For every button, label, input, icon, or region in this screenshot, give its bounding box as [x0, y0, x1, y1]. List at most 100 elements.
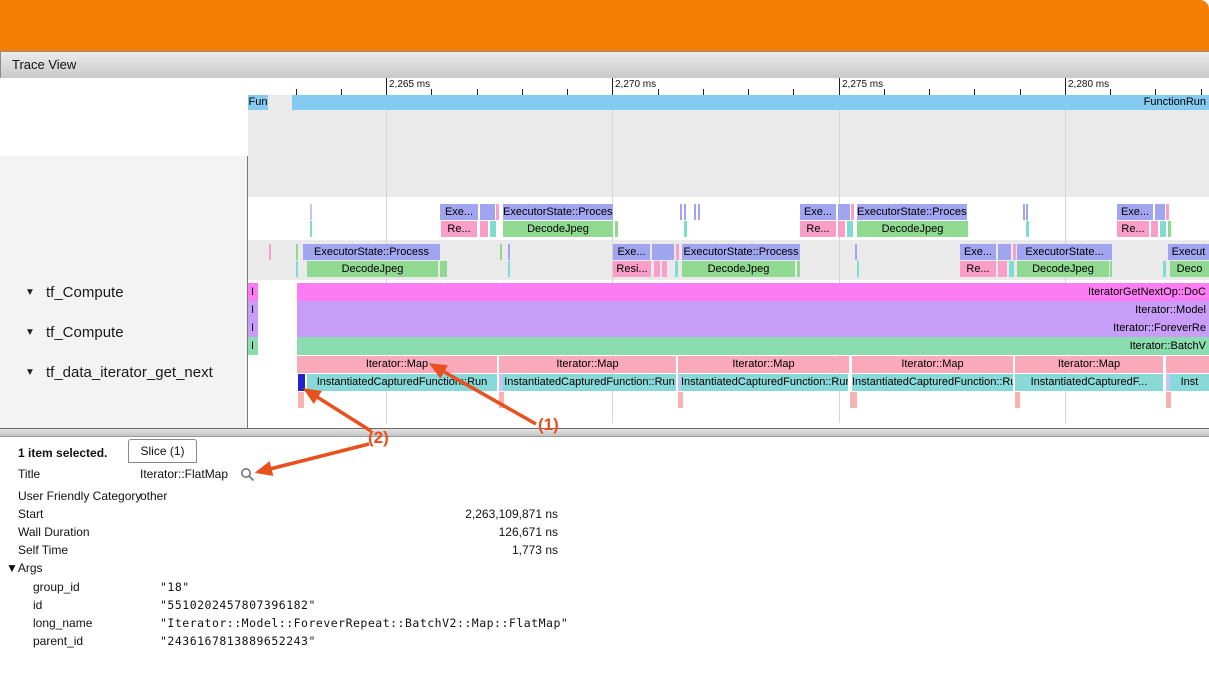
timeline-ruler[interactable]: 2,265 ms2,270 ms2,275 ms2,280 ms: [248, 78, 1209, 95]
timeline-slice[interactable]: [855, 244, 857, 260]
timeline-slice[interactable]: [508, 261, 510, 277]
timeline-slice[interactable]: FunctionRun: [292, 95, 1209, 110]
timeline-slice[interactable]: ExecutorState::Process: [503, 204, 613, 220]
search-icon[interactable]: [240, 467, 255, 482]
timeline-slice[interactable]: Iterator::Map: [678, 356, 849, 373]
sidebar-track-tf_Compute[interactable]: ▼tf_Compute: [0, 284, 247, 302]
timeline-slice[interactable]: DecodeJpeg: [857, 221, 968, 237]
timeline-slice[interactable]: Re...: [1117, 221, 1149, 237]
timeline-slice[interactable]: [480, 221, 488, 237]
timeline-slice[interactable]: I: [247, 301, 258, 319]
timeline-slice[interactable]: [1026, 221, 1029, 237]
timeline-slice[interactable]: [694, 204, 696, 220]
timeline-slice[interactable]: DecodeJpeg: [503, 221, 613, 237]
timeline-slice[interactable]: [310, 221, 312, 237]
timeline-slice[interactable]: [1151, 221, 1158, 237]
timeline-slice[interactable]: [998, 244, 1011, 260]
args-expander[interactable]: ▼Args: [6, 561, 43, 575]
timeline-slice[interactable]: InstantiatedCapturedFunction::Run: [503, 374, 676, 391]
timeline-slice[interactable]: [296, 244, 298, 260]
timeline-slice[interactable]: [499, 392, 504, 408]
timeline-slice[interactable]: Iterator::Map: [852, 356, 1013, 373]
timeline-slice[interactable]: Re...: [960, 261, 996, 277]
selected-slice[interactable]: [298, 374, 305, 391]
timeline-slice[interactable]: [298, 392, 304, 408]
timeline-slice[interactable]: [615, 221, 618, 237]
tab-slice[interactable]: Slice (1): [128, 439, 197, 463]
timeline-slice[interactable]: Iterator::BatchV: [297, 337, 1209, 355]
timeline-slice[interactable]: Iterator::Map: [1015, 356, 1163, 373]
timeline-slice[interactable]: Exe...: [613, 244, 650, 260]
timeline-slice[interactable]: [847, 221, 853, 237]
timeline-slice[interactable]: Iterator::Model: [297, 301, 1209, 319]
timeline-slice[interactable]: Re...: [441, 221, 477, 237]
timeline-slice[interactable]: [1160, 221, 1166, 237]
timeline-slice[interactable]: Inst: [1170, 374, 1209, 391]
timeline-slice[interactable]: Deco: [1170, 261, 1209, 277]
timeline-slice[interactable]: [684, 221, 687, 237]
timeline-slice[interactable]: ExecutorState...: [1017, 244, 1112, 260]
timeline-slice[interactable]: [838, 204, 850, 220]
timeline-slice[interactable]: [1110, 261, 1112, 277]
sidebar-track-tf_Compute[interactable]: ▼tf_Compute: [0, 324, 247, 342]
timeline-slice[interactable]: [676, 244, 679, 260]
timeline-slice[interactable]: [1015, 392, 1020, 408]
timeline-slice[interactable]: I: [247, 319, 258, 337]
timeline-slice[interactable]: [1026, 204, 1028, 220]
timeline-slice[interactable]: Exe...: [1117, 204, 1153, 220]
timeline-slice[interactable]: Exe...: [960, 244, 996, 260]
timeline-slice[interactable]: [1013, 244, 1016, 260]
timeline-slice[interactable]: Exe...: [440, 204, 478, 220]
panel-splitter[interactable]: [0, 428, 1209, 437]
timeline-slice[interactable]: DecodeJpeg: [307, 261, 438, 277]
timeline-slice[interactable]: [500, 244, 502, 260]
timeline-slice[interactable]: [838, 221, 845, 237]
timeline-slice[interactable]: [1023, 204, 1025, 220]
timeline-slice[interactable]: Exe...: [800, 204, 836, 220]
timeline-slice[interactable]: InstantiatedCapturedFunction::Run: [307, 374, 497, 391]
timeline-slice[interactable]: [296, 261, 298, 277]
timeline-slice[interactable]: [851, 204, 854, 220]
timeline-slice[interactable]: Iterator::ForeverRe: [297, 319, 1209, 337]
timeline-slice[interactable]: I: [247, 283, 258, 301]
timeline-slice[interactable]: [652, 244, 674, 260]
timeline-slice[interactable]: [269, 244, 271, 260]
timeline-panel[interactable]: 2,265 ms2,270 ms2,275 ms2,280 ms Fun Func…: [0, 78, 1209, 428]
timeline-slice[interactable]: [857, 261, 859, 277]
timeline-slice[interactable]: [680, 204, 682, 220]
timeline-slice[interactable]: Re...: [800, 221, 836, 237]
timeline-slice[interactable]: ExecutorState::Process: [857, 204, 967, 220]
timeline-slice[interactable]: [675, 261, 678, 277]
collapse-triangle-icon[interactable]: ▼: [25, 367, 35, 378]
timeline-slice[interactable]: [797, 261, 800, 277]
timeline-slice[interactable]: I: [247, 337, 258, 355]
timeline-slice[interactable]: [1163, 261, 1166, 277]
timeline-slice[interactable]: InstantiatedCapturedFunction::Run: [852, 374, 1013, 391]
timeline-slice[interactable]: [1166, 356, 1209, 373]
timeline-slice[interactable]: IteratorGetNextOp::DoC: [297, 283, 1209, 301]
timeline-slice[interactable]: DecodeJpeg: [1017, 261, 1109, 277]
timeline-slice[interactable]: [490, 221, 496, 237]
timeline-slice[interactable]: [1009, 261, 1014, 277]
timeline-slice[interactable]: [698, 204, 700, 220]
timeline-slice[interactable]: [850, 392, 857, 408]
collapse-triangle-icon[interactable]: ▼: [25, 287, 35, 298]
timeline-slice[interactable]: Iterator::Map: [499, 356, 676, 373]
collapse-triangle-icon[interactable]: ▼: [25, 327, 35, 338]
sidebar-track-tf_data_iterator_get_next[interactable]: ▼tf_data_iterator_get_next: [0, 364, 247, 382]
timeline-slice[interactable]: [678, 392, 683, 408]
timeline-slice[interactable]: Execut: [1168, 244, 1209, 260]
timeline-slice[interactable]: [480, 204, 495, 220]
timeline-slice[interactable]: [508, 244, 510, 260]
timeline-slice[interactable]: Iterator::Map: [297, 356, 497, 373]
timeline-slice[interactable]: ExecutorState::Process: [303, 244, 440, 260]
timeline-slice[interactable]: [654, 261, 660, 277]
timeline-slice[interactable]: [310, 204, 312, 220]
timeline-slice[interactable]: DecodeJpeg: [682, 261, 795, 277]
timeline-slice[interactable]: [440, 261, 447, 277]
timeline-slice[interactable]: Fun: [248, 95, 268, 110]
timeline-slice[interactable]: InstantiatedCapturedF...: [1015, 374, 1163, 391]
timeline-slice[interactable]: [662, 261, 667, 277]
timeline-slice[interactable]: InstantiatedCapturedFunction::Run: [681, 374, 848, 391]
timeline-slice[interactable]: [496, 204, 499, 220]
